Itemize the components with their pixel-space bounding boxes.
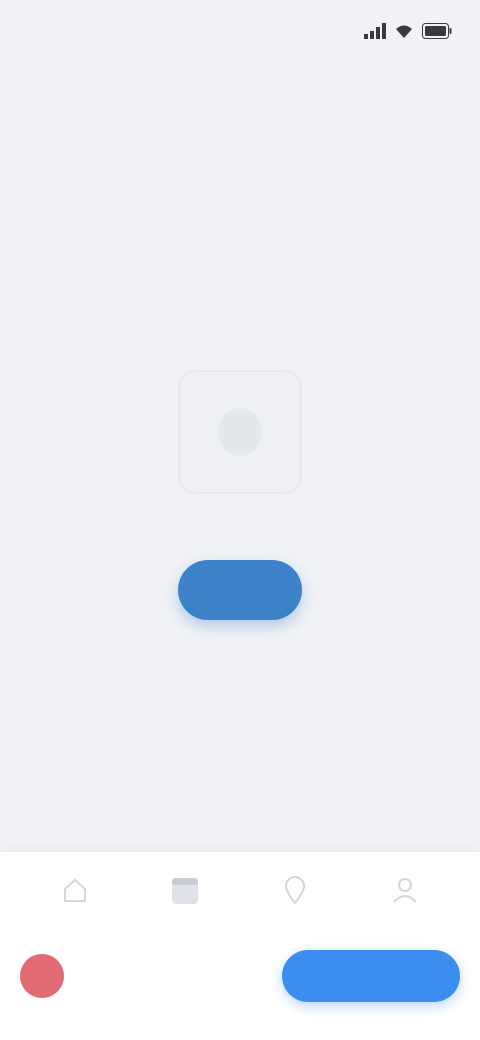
empty-state <box>0 370 480 620</box>
bottom-nav <box>0 852 480 932</box>
nav-item-profile[interactable] <box>375 862 435 922</box>
user-block[interactable] <box>20 954 78 998</box>
home-icon <box>60 875 90 910</box>
profile-icon <box>390 875 420 910</box>
nav-item-home[interactable] <box>45 862 105 922</box>
empty-state-action-button[interactable] <box>178 560 302 620</box>
battery-icon <box>422 23 452 39</box>
calendar-icon <box>169 873 201 912</box>
status-icons <box>364 23 452 39</box>
nav-item-calendar[interactable] <box>155 862 215 922</box>
app-screen <box>0 0 480 1040</box>
cta-button[interactable] <box>282 950 460 1002</box>
empty-box-icon <box>178 370 302 494</box>
location-icon <box>281 875 309 910</box>
nav-item-location[interactable] <box>265 862 325 922</box>
signal-icon <box>364 23 386 39</box>
avatar[interactable] <box>20 954 64 998</box>
wifi-icon <box>394 23 414 39</box>
bottom-panel <box>0 852 480 1040</box>
bottom-bar <box>0 936 480 1016</box>
status-bar <box>0 0 480 62</box>
